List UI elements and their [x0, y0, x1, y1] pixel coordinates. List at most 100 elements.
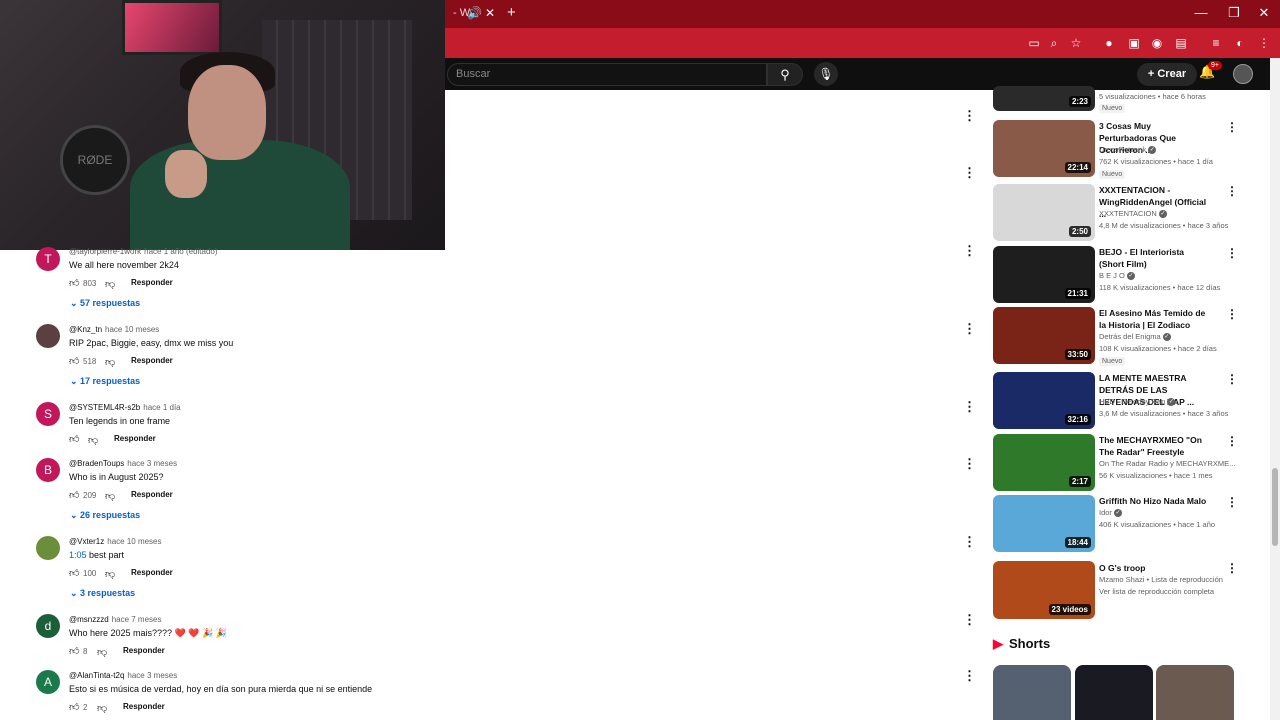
extension-shield-icon[interactable]: ◉: [1148, 34, 1166, 52]
channel-name[interactable]: XXXTENTACION ✓: [1099, 208, 1239, 220]
comment-menu-icon[interactable]: ⋮: [963, 108, 976, 124]
comment-menu-icon[interactable]: ⋮: [963, 165, 976, 181]
comment-time[interactable]: hace 10 meses: [105, 325, 159, 334]
channel-name[interactable]: Idor ✓: [1099, 507, 1239, 519]
reply-button[interactable]: Responder: [131, 278, 173, 287]
comment-avatar[interactable]: d: [36, 614, 60, 638]
bookmark-star-icon[interactable]: ☆: [1067, 34, 1085, 52]
short-thumbnail[interactable]: [1075, 665, 1153, 720]
video-menu-icon[interactable]: ⋮: [1226, 246, 1238, 260]
extension-icon[interactable]: ●: [1100, 34, 1118, 52]
author-name[interactable]: @BradenToups: [69, 459, 124, 468]
zoom-icon[interactable]: ⌕: [1045, 34, 1063, 52]
comment-time[interactable]: hace 1 día: [143, 403, 180, 412]
comment-author[interactable]: @SYSTEML4R-s2b hace 1 día: [69, 403, 181, 412]
author-name[interactable]: @AlanTinta-t2q: [69, 671, 124, 680]
dislike-icon[interactable]: 👎︎: [97, 646, 107, 658]
comment-menu-icon[interactable]: ⋮: [963, 243, 976, 259]
view-replies-button[interactable]: ⌄ 17 respuestas: [70, 376, 140, 387]
video-thumbnail[interactable]: 33:50: [993, 307, 1095, 364]
video-thumbnail[interactable]: 22:14: [993, 120, 1095, 177]
timestamp-link[interactable]: 1:05: [69, 550, 87, 560]
scrollbar-thumb[interactable]: [1272, 468, 1278, 546]
speaker-icon[interactable]: 🔊: [467, 6, 482, 20]
video-thumbnail[interactable]: 32:16: [993, 372, 1095, 429]
like-icon[interactable]: 👍︎: [69, 433, 79, 445]
dislike-icon[interactable]: 👎︎: [105, 278, 115, 290]
comment-time[interactable]: hace 3 meses: [127, 671, 177, 680]
comment-avatar[interactable]: B: [36, 458, 60, 482]
like-icon[interactable]: 👍︎: [69, 567, 79, 579]
comment-avatar[interactable]: [36, 536, 60, 560]
dislike-icon[interactable]: 👎︎: [105, 490, 115, 502]
comment-author[interactable]: @AlanTinta-t2q hace 3 meses: [69, 671, 177, 680]
reply-button[interactable]: Responder: [131, 490, 173, 499]
video-menu-icon[interactable]: ⋮: [1226, 434, 1238, 448]
extensions-puzzle-icon[interactable]: ▤: [1172, 34, 1190, 52]
video-thumbnail[interactable]: 18:44: [993, 495, 1095, 552]
video-title[interactable]: Griffith No Hizo Nada Malo: [1099, 495, 1211, 507]
comment-author[interactable]: @taylorpierre-1work hace 1 año (editado): [69, 247, 218, 256]
video-title[interactable]: El Asesino Más Temido de la Historia | E…: [1099, 307, 1211, 331]
playlist-thumbnail[interactable]: 23 videos: [993, 561, 1095, 619]
short-thumbnail[interactable]: [993, 665, 1071, 720]
video-thumbnail[interactable]: 2:50: [993, 184, 1095, 241]
author-name[interactable]: @SYSTEML4R-s2b: [69, 403, 140, 412]
channel-name[interactable]: B E J O ✓: [1099, 270, 1239, 282]
video-title[interactable]: The MECHAYRXMEO "On The Radar" Freestyle: [1099, 434, 1211, 458]
video-menu-icon[interactable]: ⋮: [1226, 372, 1238, 386]
channel-name[interactable]: HBD - Detodoy Rap ✓: [1099, 396, 1239, 408]
like-icon[interactable]: 👍︎: [69, 489, 79, 501]
dislike-icon[interactable]: 👎︎: [88, 434, 98, 446]
comment-author[interactable]: @Knz_tn hace 10 meses: [69, 325, 159, 334]
comment-time[interactable]: hace 7 meses: [112, 615, 162, 624]
comment-author[interactable]: @Vxter1z hace 10 meses: [69, 537, 162, 546]
video-thumbnail[interactable]: 2:23: [993, 86, 1095, 111]
author-name[interactable]: @msnzzzd: [69, 615, 109, 624]
minimize-button[interactable]: —: [1191, 5, 1211, 20]
comment-author[interactable]: @msnzzzd hace 7 meses: [69, 615, 162, 624]
translate-icon[interactable]: ▣: [1125, 34, 1143, 52]
comment-menu-icon[interactable]: ⋮: [963, 534, 976, 550]
dislike-icon[interactable]: 👎︎: [105, 568, 115, 580]
profile-icon[interactable]: ◐: [1231, 34, 1249, 52]
media-control-icon[interactable]: ≡: [1207, 34, 1225, 52]
short-thumbnail[interactable]: [1156, 665, 1234, 720]
comment-avatar[interactable]: A: [36, 670, 60, 694]
playlist-title[interactable]: O G's troop: [1099, 562, 1211, 574]
comment-avatar[interactable]: T: [36, 247, 60, 271]
video-menu-icon[interactable]: ⋮: [1226, 184, 1238, 198]
comment-menu-icon[interactable]: ⋮: [963, 399, 976, 415]
search-button[interactable]: ⚲: [767, 63, 803, 86]
account-avatar[interactable]: [1233, 64, 1253, 84]
video-title[interactable]: BEJO - El Interiorista (Short Film): [1099, 246, 1211, 270]
channel-name[interactable]: DrossRotzank ✓: [1099, 144, 1239, 156]
page-scrollbar[interactable]: [1270, 58, 1280, 720]
close-window-button[interactable]: ✕: [1254, 5, 1274, 21]
browser-menu-icon[interactable]: ⋮: [1255, 34, 1273, 52]
view-replies-button[interactable]: ⌄ 3 respuestas: [70, 588, 135, 599]
comment-time[interactable]: hace 3 meses: [127, 459, 177, 468]
channel-name[interactable]: On The Radar Radio y MECHAYRXME...: [1099, 458, 1239, 470]
comment-menu-icon[interactable]: ⋮: [963, 321, 976, 337]
comment-avatar[interactable]: [36, 324, 60, 348]
view-full-playlist-link[interactable]: Ver lista de reproducción completa: [1099, 586, 1239, 598]
reply-button[interactable]: Responder: [131, 568, 173, 577]
video-thumbnail[interactable]: 2:17: [993, 434, 1095, 491]
comment-menu-icon[interactable]: ⋮: [963, 612, 976, 628]
like-icon[interactable]: 👍︎: [69, 277, 79, 289]
author-name[interactable]: @Knz_tn: [69, 325, 102, 334]
like-icon[interactable]: 👍︎: [69, 355, 79, 367]
new-tab-button[interactable]: +: [507, 4, 516, 21]
playlist-menu-icon[interactable]: ⋮: [1226, 561, 1238, 575]
video-thumbnail[interactable]: 21:31: [993, 246, 1095, 303]
video-menu-icon[interactable]: ⋮: [1226, 495, 1238, 509]
comment-avatar[interactable]: S: [36, 402, 60, 426]
video-menu-icon[interactable]: ⋮: [1226, 120, 1238, 134]
cast-icon[interactable]: ▭: [1025, 34, 1043, 52]
view-replies-button[interactable]: ⌄ 57 respuestas: [70, 298, 140, 309]
comment-time[interactable]: hace 1 año (editado): [144, 247, 217, 256]
comment-menu-icon[interactable]: ⋮: [963, 456, 976, 472]
close-tab-icon[interactable]: ✕: [485, 6, 495, 20]
create-button[interactable]: + Crear: [1137, 63, 1197, 86]
